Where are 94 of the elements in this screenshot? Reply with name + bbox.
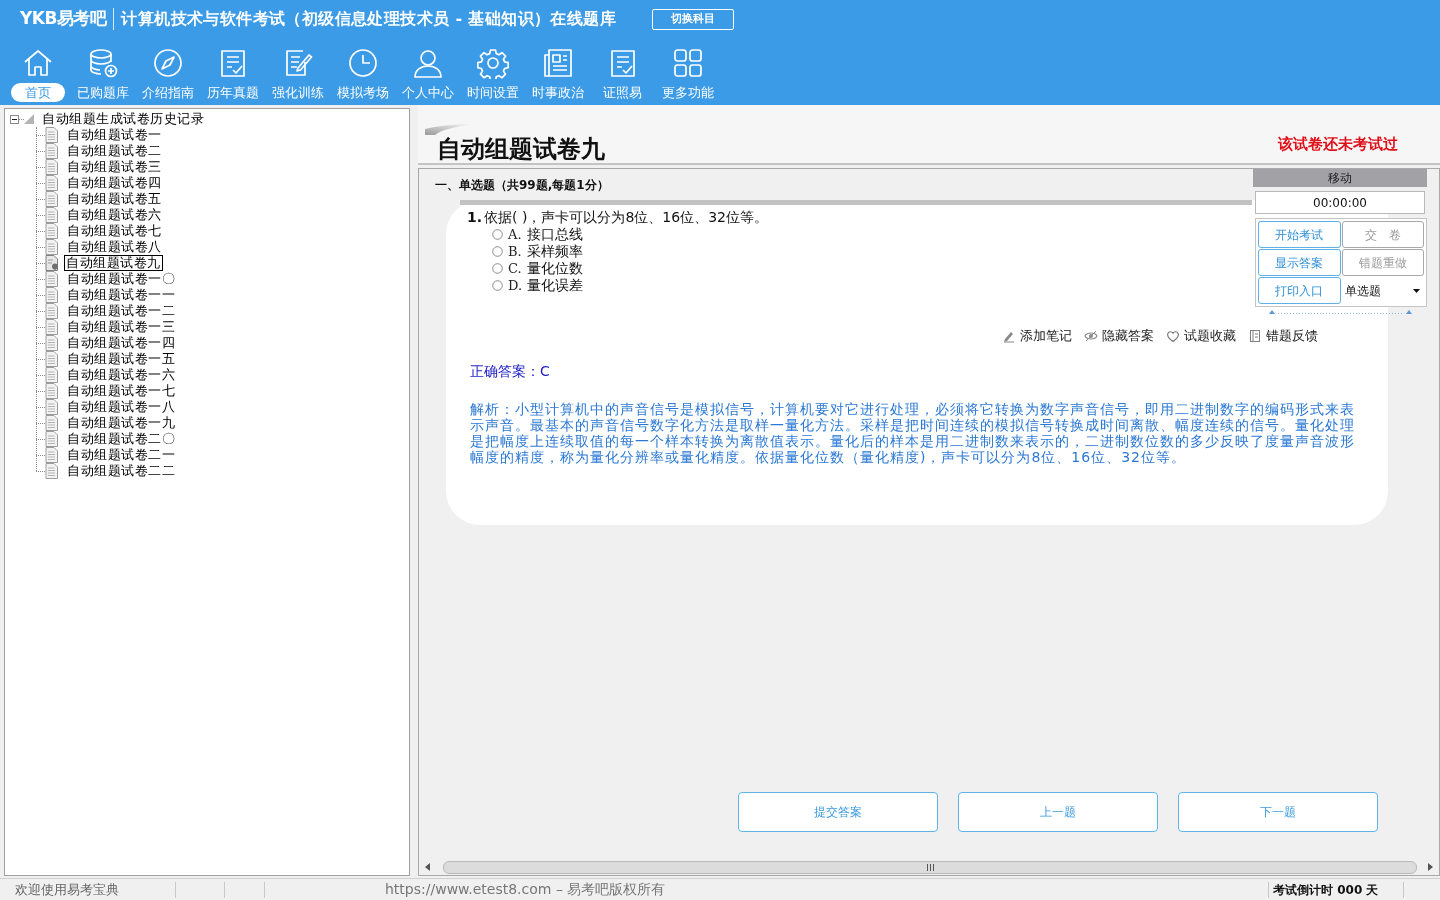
- option-text: 量化位数: [526, 259, 583, 278]
- document-icon: [45, 239, 59, 255]
- triangle-icon: [24, 114, 34, 124]
- tree-item[interactable]: 自动组题试卷六: [64, 207, 165, 223]
- panel-button[interactable]: 显示答案: [1258, 249, 1341, 276]
- exam-timer: 00:00:00: [1255, 191, 1425, 214]
- question-type-select[interactable]: 单选题: [1341, 277, 1424, 304]
- document-icon: [45, 463, 59, 479]
- tree-item[interactable]: 自动组题试卷二二: [64, 463, 178, 479]
- exam-countdown: 考试倒计时 000 天: [1273, 881, 1379, 899]
- heart-icon[interactable]: [1166, 328, 1180, 343]
- paper-title: 自动组题试卷九: [437, 136, 605, 162]
- tree-item[interactable]: 自动组题试卷一八: [64, 399, 178, 415]
- option-letter: D.: [508, 276, 523, 295]
- paper-status: 该试卷还未考试过: [1278, 133, 1398, 155]
- tree-item[interactable]: 自动组题试卷二〇: [64, 431, 178, 447]
- tree-item[interactable]: 自动组题试卷一二: [64, 303, 178, 319]
- tree-item[interactable]: 自动组题试卷八: [64, 239, 165, 255]
- section-heading: 一、单选题（共99题,每题1分）: [435, 176, 609, 194]
- settings-icon[interactable]: [476, 47, 509, 79]
- document-icon: [45, 191, 59, 207]
- tree-item[interactable]: 自动组题试卷七: [64, 223, 165, 239]
- document-icon: [45, 143, 59, 159]
- option-letter: C.: [508, 259, 522, 278]
- option-letter: B.: [508, 242, 522, 261]
- option-text: 采样频率: [526, 242, 583, 261]
- side-panel-title[interactable]: 移动: [1253, 169, 1427, 187]
- tree-item[interactable]: 自动组题试卷四: [64, 175, 165, 191]
- scroll-left-icon[interactable]: [425, 863, 431, 871]
- document-icon: [45, 335, 59, 351]
- document-icon: [45, 415, 59, 431]
- document-icon: [45, 319, 59, 335]
- app-logo: YKB易考吧: [20, 7, 107, 31]
- tree-item[interactable]: 自动组题试卷一五: [64, 351, 178, 367]
- book-icon[interactable]: [1248, 328, 1262, 343]
- tree-item[interactable]: 自动组题试卷一四: [64, 335, 178, 351]
- panel-splitter-handle[interactable]: [1267, 309, 1413, 315]
- scrollbar-thumb[interactable]: [443, 860, 1417, 874]
- tree-item[interactable]: 自动组题试卷一七: [64, 383, 178, 399]
- dropdown-caret-icon: [1413, 288, 1420, 293]
- document-icon: [45, 287, 59, 303]
- document-icon: [45, 399, 59, 415]
- question-tool-link[interactable]: 错题反馈: [1266, 326, 1318, 346]
- radio-button[interactable]: [492, 280, 503, 291]
- document-icon: [45, 351, 59, 367]
- app-title: 计算机技术与软件考试（初级信息处理技术员 - 基础知识）在线题库: [121, 8, 617, 30]
- copyright-text: https://www.etest8.com – 易考吧版权所有: [385, 880, 666, 899]
- tree-item[interactable]: 自动组题试卷五: [64, 191, 165, 207]
- tree-item[interactable]: 自动组题试卷一一: [64, 287, 178, 303]
- document-icon: [45, 431, 59, 447]
- radio-button[interactable]: [492, 229, 503, 240]
- document-icon: [45, 207, 59, 223]
- welcome-message: 欢迎使用易考宝典: [14, 880, 120, 899]
- panel-button[interactable]: 开始考试: [1258, 221, 1341, 248]
- question-text: 1.依据( )，声卡可以分为8位、16位、32位等。: [467, 209, 768, 226]
- tree-item[interactable]: 自动组题试卷一三: [64, 319, 178, 335]
- tree-item[interactable]: 自动组题试卷一〇: [64, 271, 178, 287]
- eye-icon[interactable]: [1084, 328, 1098, 343]
- document-icon: [45, 223, 59, 239]
- document-icon: [45, 127, 59, 143]
- collapse-icon[interactable]: [10, 114, 19, 124]
- grid-icon[interactable]: [671, 47, 704, 79]
- radio-button[interactable]: [492, 246, 503, 257]
- tree-item[interactable]: 自动组题试卷二一: [64, 447, 178, 463]
- compass-icon[interactable]: [151, 47, 184, 79]
- document-icon: [45, 159, 59, 175]
- user-icon[interactable]: [411, 47, 444, 79]
- clock-icon[interactable]: [346, 47, 379, 79]
- tree-item[interactable]: 自动组题试卷九: [64, 255, 163, 271]
- tree-item[interactable]: 自动组题试卷二: [64, 143, 165, 159]
- radio-button[interactable]: [492, 263, 503, 274]
- document-icon: [45, 383, 59, 399]
- tree-item[interactable]: 自动组题试卷一六: [64, 367, 178, 383]
- tree-item[interactable]: 自动组题试卷三: [64, 159, 165, 175]
- newspaper-icon[interactable]: [541, 47, 574, 79]
- correct-answer: 正确答案：C: [470, 362, 550, 379]
- panel-button[interactable]: 打印入口: [1258, 277, 1341, 304]
- option-letter: A.: [508, 225, 522, 244]
- scroll-right-icon[interactable]: [1427, 863, 1433, 871]
- question-tool-link[interactable]: 试题收藏: [1184, 326, 1236, 346]
- tree-root-label[interactable]: 自动组题生成试卷历史记录: [42, 109, 204, 129]
- document-icon: [45, 367, 59, 383]
- document-icon: [45, 447, 59, 463]
- question-tool-link[interactable]: 添加笔记: [1020, 326, 1072, 346]
- document-icon: [45, 175, 59, 191]
- grip-icon: [926, 863, 934, 871]
- document-icon: [45, 303, 59, 319]
- answer-analysis: 解析：小型计算机中的声音信号是模拟信号，计算机要对它进行处理，必须将它转换为数字声音信号，即用二进制数字的编码形式来表示声音。最基本的声音信号数字化方法是取样一量化方法。采样是把时间连续的模拟信号转换成时间离散、幅度连续的信号。量化处理是把幅度上连续取值的每一个样本转换为离散值表示。量化后的样本是用二进制数来表示的，二进制数位数的多少反映了度量声音波形幅度的精度，称为量化分辨率或量化精度。依据量化位数（量化精度)，声卡可以分为8位、16位、32位等。: [470, 400, 1356, 465]
- question-tool-link[interactable]: 隐藏答案: [1102, 326, 1154, 346]
- tree-item[interactable]: 自动组题试卷一九: [64, 415, 178, 431]
- option-text: 接口总线: [526, 225, 583, 244]
- tree-item[interactable]: 自动组题试卷一: [64, 127, 165, 143]
- option-text: 量化误差: [527, 276, 584, 295]
- document-icon: [45, 271, 59, 287]
